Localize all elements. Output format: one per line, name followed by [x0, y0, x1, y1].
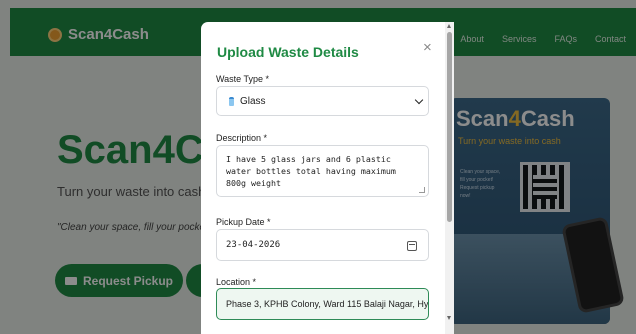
waste-type-select[interactable]: Glass — [216, 86, 429, 116]
chevron-down-icon — [414, 95, 424, 105]
modal-title: Upload Waste Details — [217, 44, 359, 60]
description-textarea[interactable]: I have 5 glass jars and 6 plastic water … — [216, 145, 429, 197]
description-label: Description * — [216, 133, 268, 143]
waste-type-value: Glass — [240, 95, 266, 107]
waste-type-label: Waste Type * — [216, 74, 270, 84]
bottle-icon — [229, 96, 234, 106]
scroll-up-arrow-icon[interactable] — [447, 24, 451, 28]
pickup-date-value: 23-04-2026 — [226, 240, 281, 250]
pickup-date-label: Pickup Date * — [216, 217, 271, 227]
scrollbar-thumb[interactable] — [447, 32, 452, 222]
scroll-down-arrow-icon[interactable] — [447, 316, 451, 320]
location-input[interactable]: Phase 3, KPHB Colony, Ward 115 Balaji Na… — [216, 288, 429, 320]
location-label: Location * — [216, 277, 257, 287]
pickup-date-input[interactable]: 23-04-2026 — [216, 229, 429, 261]
location-value: Phase 3, KPHB Colony, Ward 115 Balaji Na… — [226, 299, 429, 309]
modal-scrollbar[interactable] — [445, 22, 454, 334]
calendar-icon[interactable] — [407, 241, 417, 251]
close-icon[interactable]: × — [423, 40, 432, 55]
resize-handle[interactable] — [419, 187, 425, 193]
upload-waste-modal: Upload Waste Details × Waste Type * Glas… — [201, 22, 454, 334]
description-value: I have 5 glass jars and 6 plastic water … — [226, 154, 396, 188]
